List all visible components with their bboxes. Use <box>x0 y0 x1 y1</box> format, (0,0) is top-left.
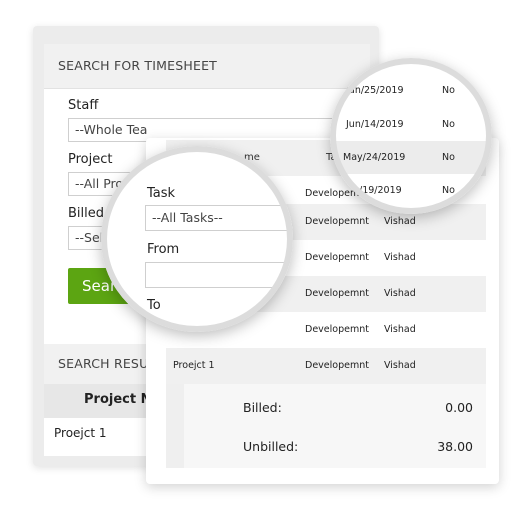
totals-gutter <box>166 384 184 468</box>
magnifier-dates: Jun/25/2019 No Jun/14/2019 No May/24/201… <box>330 58 492 214</box>
row-billed: No <box>442 119 455 130</box>
row-staff: Vishad <box>384 360 416 371</box>
row-project: Proejct 1 <box>173 360 215 371</box>
table-row[interactable]: May/24/2019 No <box>330 141 492 174</box>
row-billed: No <box>442 185 455 196</box>
unbilled-total-label: Unbilled: <box>243 439 299 454</box>
row-task: Developemnt <box>305 216 369 227</box>
row-date: May/24/2019 <box>343 152 406 163</box>
table-row[interactable]: /19/2019 No <box>330 174 492 207</box>
task-select[interactable]: --All Tasks-- <box>145 205 293 231</box>
search-panel-title: SEARCH FOR TIMESHEET <box>58 58 218 73</box>
staff-select-value: --Whole Tea <box>75 122 148 137</box>
unbilled-total-value: 38.00 <box>437 439 473 454</box>
table-row[interactable]: Jun/25/2019 No <box>330 74 492 107</box>
billed-total-label: Billed: <box>243 400 282 415</box>
results-title: SEARCH RESU <box>58 356 149 371</box>
project-label: Project <box>68 152 113 167</box>
row-date: Jun/14/2019 <box>346 119 404 130</box>
task-label: Task <box>147 186 176 201</box>
row-staff: Vishad <box>384 288 416 299</box>
row-billed: No <box>442 85 455 96</box>
totals-summary <box>166 384 486 468</box>
results-first-row-project: Proejct 1 <box>54 426 107 440</box>
row-task: Developemnt <box>305 252 369 263</box>
staff-label: Staff <box>68 98 99 113</box>
row-task: Developemnt <box>305 360 369 371</box>
task-select-value: --All Tasks-- <box>152 210 223 225</box>
billed-label: Billed <box>68 206 105 221</box>
table-row[interactable]: Proejct 1 Developemnt Vishad <box>166 348 486 384</box>
row-date: Jun/25/2019 <box>346 85 404 96</box>
table-row[interactable]: Jun/14/2019 No <box>330 108 492 141</box>
row-billed: No <box>442 152 455 163</box>
row-date: /19/2019 <box>359 185 402 196</box>
row-staff: Vishad <box>384 252 416 263</box>
row-task: Developemnt <box>305 288 369 299</box>
billed-total-value: 0.00 <box>445 400 473 415</box>
row-task: Developemnt <box>305 324 369 335</box>
from-date-input[interactable] <box>145 262 293 288</box>
search-panel-header: SEARCH FOR TIMESHEET <box>44 44 370 89</box>
magnifier-filters: Task --All Tasks-- From To <box>101 146 293 332</box>
row-staff: Vishad <box>384 324 416 335</box>
to-label: To <box>147 298 161 313</box>
from-label: From <box>147 242 180 257</box>
